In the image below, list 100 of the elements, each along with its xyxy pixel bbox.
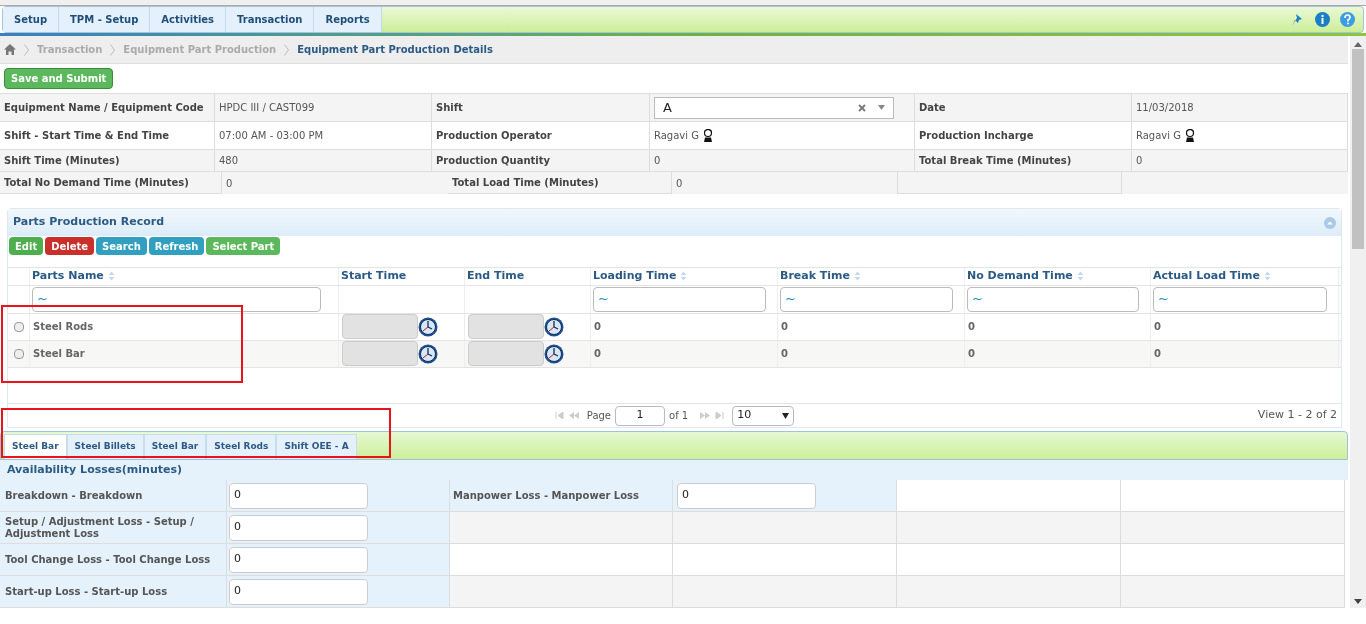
field-value: Ragavi G xyxy=(1136,129,1181,143)
table-cell-text: 0 xyxy=(1154,320,1161,334)
first-page-icon[interactable] xyxy=(554,412,565,419)
menu-item[interactable]: Transaction xyxy=(226,7,315,32)
page-size-select[interactable]: 10 xyxy=(732,405,795,426)
loss-label: Setup / Adjustment Loss - Setup / Adjustment Loss xyxy=(5,515,195,540)
sort-icon[interactable] xyxy=(854,271,862,282)
loss-input[interactable]: 0 xyxy=(229,482,368,509)
record-count: View 1 - 2 of 2 xyxy=(1257,407,1337,424)
clock-icon[interactable] xyxy=(418,316,438,337)
clock-icon[interactable] xyxy=(418,343,438,364)
caret-icon[interactable] xyxy=(878,105,885,110)
clear-icon[interactable] xyxy=(858,103,866,112)
breadcrumb-current: Equipment Part Production Details xyxy=(297,43,493,57)
row-checkbox[interactable] xyxy=(13,348,24,359)
field-value: HPDC III / CAST099 xyxy=(219,101,315,115)
collapse-icon[interactable] xyxy=(1324,216,1336,229)
time-field[interactable] xyxy=(468,341,544,366)
page-count: of 1 xyxy=(669,409,689,423)
field-label: Total Break Time (Minutes) xyxy=(919,154,1072,168)
filter-field[interactable]: ~ xyxy=(780,286,953,312)
loss-input[interactable]: 0 xyxy=(677,482,816,509)
field-value: 480 xyxy=(219,154,239,168)
chevron-separator-icon xyxy=(110,43,116,56)
sort-icon[interactable] xyxy=(1076,271,1084,282)
loss-input[interactable]: 0 xyxy=(229,514,368,541)
field-label: Total No Demand Time (Minutes) xyxy=(4,176,189,190)
field-value: Ragavi G xyxy=(654,129,699,143)
tab[interactable]: Steel Bar xyxy=(4,434,67,459)
table-cell-text: 0 xyxy=(1154,347,1161,361)
field-label: Total Load Time (Minutes) xyxy=(452,176,599,190)
chevron-separator-icon xyxy=(24,43,29,56)
field-value: 11/03/2018 xyxy=(1136,101,1194,115)
field-label: Production Quantity xyxy=(436,154,550,168)
clock-icon[interactable] xyxy=(544,316,564,337)
toolbar-button[interactable]: Delete xyxy=(45,237,95,255)
clock-icon[interactable] xyxy=(544,343,564,364)
table-cell-text: 0 xyxy=(781,347,788,361)
section-title: Availability Losses(minutes) xyxy=(7,461,182,478)
loss-label: Breakdown - Breakdown xyxy=(5,489,143,502)
menu-item[interactable]: TPM - Setup xyxy=(59,7,151,32)
field-label: Shift xyxy=(436,101,463,115)
chevron-separator-icon xyxy=(284,43,290,56)
column-header[interactable]: No Demand Time xyxy=(967,268,1073,285)
tab[interactable]: Shift OEE - A xyxy=(276,434,357,459)
field-label: Equipment Name / Equipment Code xyxy=(4,101,204,115)
column-header[interactable]: Loading Time xyxy=(593,268,677,285)
column-header[interactable]: Break Time xyxy=(780,268,851,285)
time-field[interactable] xyxy=(342,314,418,339)
field-value: 0 xyxy=(654,154,661,168)
column-header[interactable]: Start Time xyxy=(341,268,407,285)
loss-label: Tool Change Loss - Tool Change Loss xyxy=(5,553,211,566)
field-value: 0 xyxy=(676,176,683,191)
field-label: Date xyxy=(919,101,946,115)
help-icon[interactable] xyxy=(1340,12,1355,27)
filter-field[interactable]: ~ xyxy=(967,286,1139,312)
sort-icon[interactable] xyxy=(1264,271,1272,282)
scrollbar[interactable] xyxy=(1350,36,1366,608)
page-field[interactable]: 1 xyxy=(615,405,665,426)
table-cell-text: 0 xyxy=(594,320,601,334)
menu-item[interactable]: Reports xyxy=(314,7,382,32)
table-cell-text: 0 xyxy=(594,347,601,361)
field-label: Shift - Start Time & End Time xyxy=(4,129,170,143)
filter-field[interactable]: ~ xyxy=(32,286,321,312)
scroll-up-icon[interactable] xyxy=(1354,42,1362,47)
filter-field[interactable]: ~ xyxy=(593,286,766,312)
loss-label: Start-up Loss - Start-up Loss xyxy=(5,585,168,598)
page-label: Page xyxy=(586,409,611,423)
person-icon xyxy=(702,129,713,142)
filter-field[interactable]: ~ xyxy=(1153,286,1327,312)
part-name: Steel Rods xyxy=(33,320,94,334)
time-field[interactable] xyxy=(468,314,544,339)
loss-label: Manpower Loss - Manpower Loss xyxy=(453,489,639,503)
home-icon[interactable] xyxy=(4,44,16,55)
part-name: Steel Bar xyxy=(33,347,85,361)
field-label: Production Incharge xyxy=(919,129,1034,143)
loss-input[interactable]: 0 xyxy=(229,578,368,605)
column-header[interactable]: Actual Load Time xyxy=(1153,268,1261,285)
last-page-icon[interactable] xyxy=(714,412,725,419)
field-value: 0 xyxy=(1136,154,1143,168)
field-value: 0 xyxy=(226,176,233,191)
row-checkbox[interactable] xyxy=(13,321,24,332)
shift-select[interactable]: A xyxy=(654,96,894,119)
sort-icon[interactable] xyxy=(107,271,115,282)
info-icon[interactable] xyxy=(1315,12,1330,27)
table-cell-text: 0 xyxy=(968,320,975,334)
loss-input[interactable]: 0 xyxy=(229,546,368,573)
column-header[interactable]: End Time xyxy=(467,268,525,285)
tab[interactable]: Steel Rods xyxy=(206,434,277,459)
table-cell-text: 0 xyxy=(781,320,788,334)
scroll-down-icon[interactable] xyxy=(1354,599,1362,604)
next-page-icon[interactable] xyxy=(700,412,711,419)
panel-title: Parts Production Record xyxy=(13,214,165,231)
sort-icon[interactable] xyxy=(680,271,688,282)
menu-item[interactable]: Setup xyxy=(3,7,60,32)
time-field[interactable] xyxy=(342,341,418,366)
person-icon xyxy=(1184,129,1195,142)
menu-item[interactable]: Activities xyxy=(150,7,227,32)
column-header[interactable]: Parts Name xyxy=(32,268,104,285)
previous-page-icon[interactable] xyxy=(568,412,579,419)
